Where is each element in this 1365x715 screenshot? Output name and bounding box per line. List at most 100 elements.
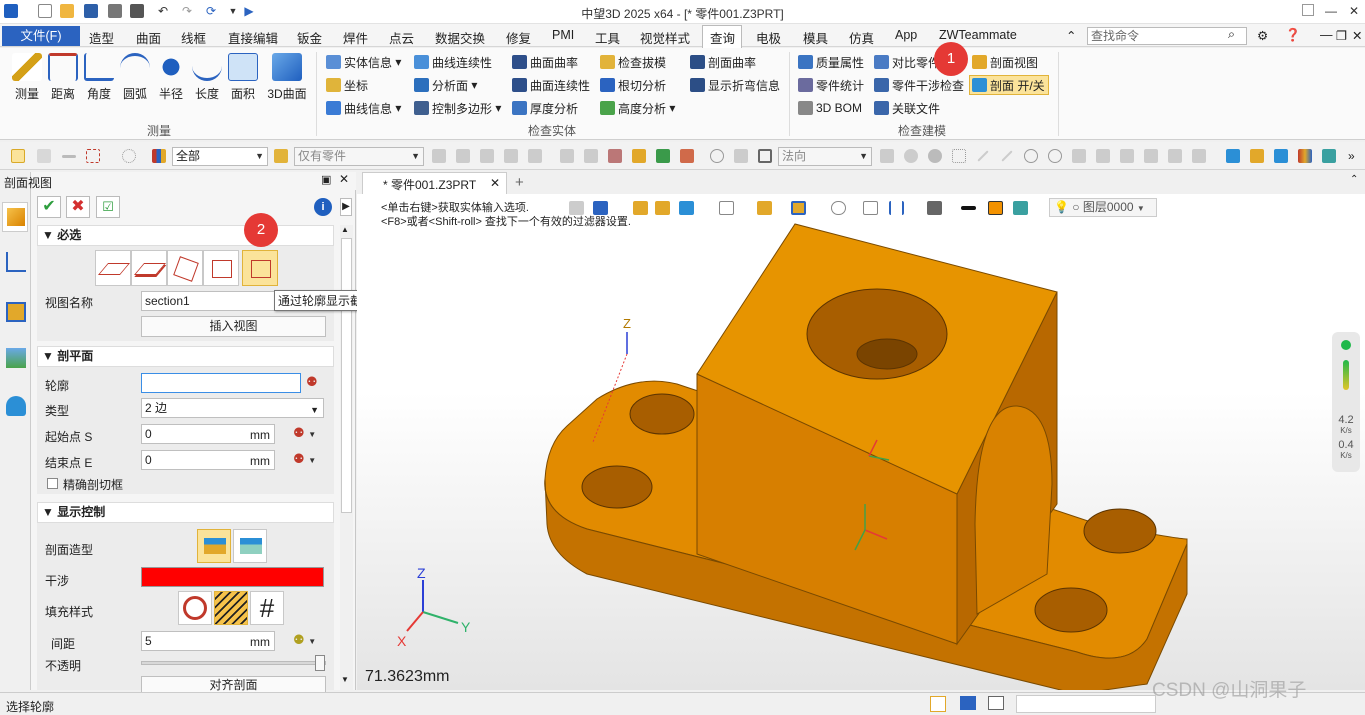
toolbar-more-icon[interactable]: » (1348, 149, 1362, 163)
menu-zwteammate[interactable]: ZWTeammate (939, 28, 1017, 42)
end-point-input[interactable]: 0 mm (141, 450, 275, 470)
toolbar-icon[interactable] (734, 149, 748, 163)
fill-none-button[interactable] (178, 591, 212, 625)
user-icon[interactable] (6, 396, 26, 416)
fill-cross-hatch-button[interactable]: # (250, 591, 284, 625)
cancel-button[interactable]: ✖ (66, 196, 90, 218)
menu-tools[interactable]: 工具 (595, 28, 620, 47)
restore-icon[interactable] (1302, 4, 1314, 16)
toolbar-icon[interactable] (1072, 149, 1086, 163)
menu-weldment[interactable]: 焊件 (343, 28, 368, 47)
profile-input[interactable] (141, 373, 301, 393)
box-select-icon[interactable] (86, 149, 100, 163)
section-style-solid-button[interactable] (197, 529, 231, 563)
toolbar-icon[interactable] (1250, 149, 1264, 163)
menu-simulation[interactable]: 仿真 (849, 28, 874, 47)
doc-restore-icon[interactable]: ❐ (1336, 28, 1347, 43)
panel-close-icon[interactable]: ✕ (339, 172, 349, 186)
surface-curvature-button[interactable]: 曲面曲率 (512, 52, 578, 72)
status-icon-3[interactable] (988, 696, 1004, 710)
part-cube-icon[interactable] (6, 302, 26, 322)
menu-pmi[interactable]: PMI (552, 28, 574, 42)
confirm-button[interactable]: ✔ (37, 196, 61, 218)
menu-modeling[interactable]: 造型 (89, 28, 114, 47)
file-menu[interactable]: 文件(F) (2, 26, 80, 46)
menu-direct-edit[interactable]: 直接编辑 (228, 28, 278, 47)
draft-check-button[interactable]: 检查拔模 (600, 52, 666, 72)
part-statistics-button[interactable]: 零件统计 (798, 75, 864, 95)
toolbar-icon[interactable] (1144, 149, 1158, 163)
spacing-options-icon[interactable]: ⚉ ▼ (293, 632, 316, 648)
menu-visual-style[interactable]: 视觉样式 (640, 28, 690, 47)
filter-all-select[interactable]: 全部 ▼ (172, 147, 268, 166)
compare-part-button[interactable]: 对比零件 (874, 52, 940, 72)
toolbar-icon[interactable] (1298, 149, 1312, 163)
toolbar-icon[interactable] (1048, 149, 1062, 163)
lasso-icon[interactable] (122, 149, 136, 163)
minimize-icon[interactable]: — (1324, 4, 1338, 18)
toolbar-icon[interactable] (1001, 150, 1013, 162)
toolbar-icon[interactable] (1168, 149, 1182, 163)
toolbar-icon[interactable] (480, 149, 494, 163)
height-analysis-button[interactable]: 高度分析 ▾ (600, 98, 675, 118)
image-icon[interactable] (6, 348, 26, 368)
part-filter-icon[interactable] (274, 149, 288, 163)
toolbar-icon[interactable] (880, 149, 894, 163)
doc-close-icon[interactable]: ✕ (1352, 28, 1362, 43)
apply-button[interactable]: ☑ (96, 196, 120, 218)
search-icon[interactable]: ⌕ (1228, 27, 1235, 42)
toolbar-icon[interactable] (528, 149, 542, 163)
pick-start-icon[interactable]: ⚉ ▼ (293, 425, 316, 441)
bom-3d-button[interactable]: 3D BOM (798, 98, 862, 118)
toolbar-icon[interactable] (560, 149, 574, 163)
section-style-transparent-button[interactable] (233, 529, 267, 563)
measure-button[interactable]: 测量 (8, 51, 46, 102)
part-model[interactable]: Z Z Y X (357, 194, 1365, 690)
entity-info-button[interactable]: 实体信息 ▾ (326, 52, 401, 72)
menu-app[interactable]: App (895, 28, 917, 42)
viewport-collapse-icon[interactable]: ⌃ (1350, 174, 1358, 185)
panel-expand-icon[interactable]: ▶ (340, 198, 352, 216)
angle-button[interactable]: 角度 (80, 51, 118, 102)
surface-3d-button[interactable]: 3D曲面 (264, 51, 310, 102)
graphics-viewport[interactable]: <单击右键>获取实体输入选项. <F8>或者<Shift-roll> 查找下一个… (357, 194, 1365, 690)
toolbar-icon[interactable] (632, 149, 646, 163)
section-mode-box-button[interactable] (203, 250, 239, 286)
collapse-ribbon-icon[interactable]: ⌃ (1066, 28, 1076, 43)
type-select[interactable]: 2 边 ▼ (141, 398, 324, 418)
filter-icon[interactable] (152, 149, 166, 163)
undercut-analysis-button[interactable]: 根切分析 (600, 75, 666, 95)
menu-mold[interactable]: 模具 (803, 28, 828, 47)
menu-wireframe[interactable]: 线框 (181, 28, 206, 47)
status-input-box[interactable] (1016, 695, 1156, 713)
surface-continuity-button[interactable]: 曲面连续性 (512, 75, 590, 95)
toolbar-icon[interactable] (656, 149, 670, 163)
menu-data-exchange[interactable]: 数据交换 (435, 28, 485, 47)
part-filter-select[interactable]: 仅有零件 ▼ (294, 147, 424, 166)
toolbar-icon[interactable] (977, 150, 989, 162)
toolbar-icon[interactable] (584, 149, 598, 163)
help-icon[interactable]: ❓ (1285, 28, 1301, 43)
scroll-down-icon[interactable]: ▼ (341, 675, 349, 684)
section-mode-plane-button[interactable] (95, 250, 131, 286)
section-mode-two-plane-button[interactable] (131, 250, 167, 286)
section-toggle-button[interactable]: 剖面 开/关 (969, 75, 1049, 95)
start-point-input[interactable]: 0 mm (141, 424, 275, 444)
pick-profile-icon[interactable]: ⚉ (306, 374, 318, 390)
related-files-button[interactable]: 关联文件 (874, 98, 940, 118)
opacity-slider-track[interactable] (141, 661, 326, 665)
required-section-header[interactable]: ▼ 必选 (37, 225, 334, 246)
thickness-analysis-button[interactable]: 厚度分析 (512, 98, 578, 118)
opacity-slider-thumb[interactable] (315, 655, 325, 671)
tab-close-icon[interactable]: ✕ (490, 176, 500, 190)
mass-properties-button[interactable]: 质量属性 (798, 52, 864, 72)
toolbar-icon[interactable] (1226, 149, 1240, 163)
toolbar-icon[interactable] (928, 149, 942, 163)
close-window-icon[interactable]: ✕ (1347, 4, 1361, 18)
direction-select[interactable]: 法向 ▼ (778, 147, 872, 166)
section-mode-three-plane-button[interactable] (167, 250, 203, 286)
interference-check-button[interactable]: 零件干涉检查 (874, 75, 964, 95)
toolbar-icon[interactable] (710, 149, 724, 163)
menu-surface[interactable]: 曲面 (136, 28, 161, 47)
toolbar-icon[interactable] (758, 149, 772, 163)
